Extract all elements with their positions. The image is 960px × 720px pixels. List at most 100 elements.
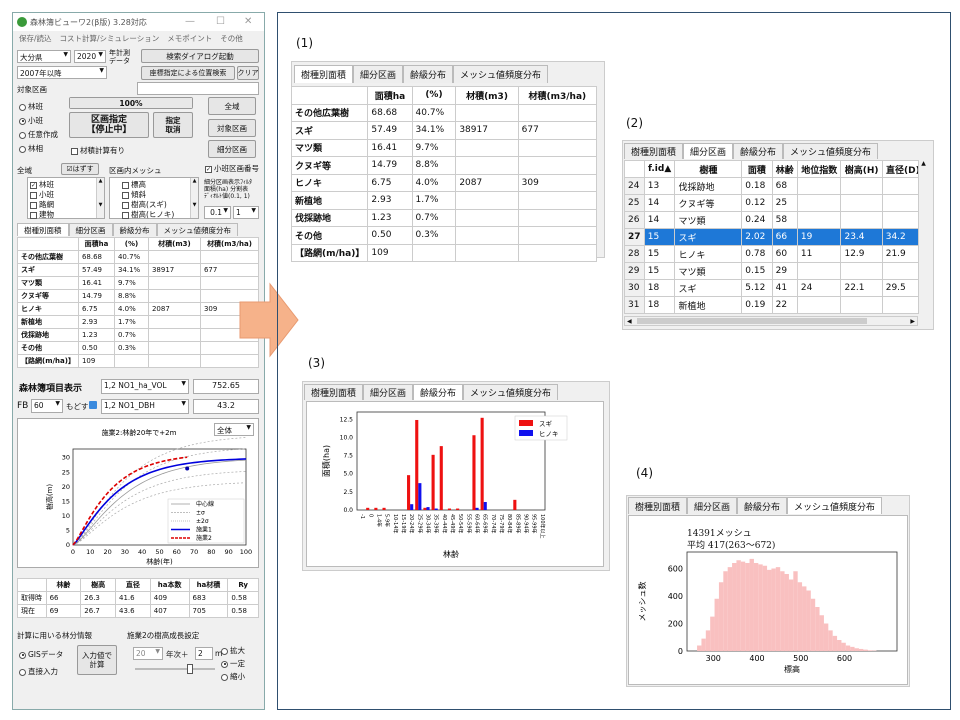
tab-mesh-freq[interactable]: メッシュ値頻度分布 xyxy=(453,65,549,83)
table-row[interactable]: 30 18 スギ 5.12 41 24 22.1 29.5 xyxy=(624,279,918,297)
table-row[interactable]: 現在 69 26.7 43.6 407 705 0.58 xyxy=(17,604,259,618)
tab-mesh-freq[interactable]: メッシュ値頻度分布 xyxy=(156,223,238,236)
menu-save-load[interactable]: 保存/読込 xyxy=(19,33,52,44)
register-item-1-select[interactable]: 1,2 NO1_ha_VOL ▼ xyxy=(101,379,189,394)
maximize-icon[interactable]: ☐ xyxy=(216,16,225,27)
table-row[interactable]: その他 0.50 0.3% xyxy=(17,341,260,355)
tab-sub-area[interactable]: 細分区画 xyxy=(363,384,414,400)
fb-select[interactable]: 60 ▼ xyxy=(31,399,63,413)
register-item-2-select[interactable]: 1,2 NO1_DBH ▼ xyxy=(101,399,189,414)
table-row[interactable]: その他広葉樹 68.68 40.7% xyxy=(290,103,598,122)
panel2-hscroll[interactable]: ◀ ▶ xyxy=(624,316,918,326)
radio-gis[interactable]: GISデータ xyxy=(19,649,63,660)
radio-custom[interactable]: 任意作成 xyxy=(19,129,58,140)
uncheck-button[interactable]: ☑はずす xyxy=(61,163,99,175)
growth-m-input[interactable]: 2 xyxy=(195,647,213,660)
table-row[interactable]: ヒノキ 6.75 4.0% 2087 309 xyxy=(17,302,260,316)
growth-slider[interactable] xyxy=(135,668,215,670)
scroll-thumb[interactable] xyxy=(637,318,867,324)
filter-value-2[interactable]: 1 ▼ xyxy=(233,206,259,219)
table-row[interactable]: クヌギ等 14.79 8.8% xyxy=(17,289,260,303)
table-row[interactable]: 24 13 伐採跡地 0.18 68 xyxy=(624,177,918,195)
table-row[interactable]: 伐採跡地 1.23 0.7% xyxy=(290,208,598,227)
mesh-item[interactable]: 樹高(ヒノキ) xyxy=(122,209,174,220)
tab-species-area[interactable]: 樹種別面積 xyxy=(17,223,69,236)
growth-year-select[interactable]: 20 ▼ xyxy=(133,647,163,660)
tab-age-class[interactable]: 齢級分布 xyxy=(403,65,454,83)
radio-sub-block[interactable]: 小班 xyxy=(19,115,43,126)
scrollbar[interactable]: ▲ ▼ xyxy=(190,178,198,218)
tab-sub-area[interactable]: 細分区画 xyxy=(687,497,738,514)
table-row[interactable]: スギ 57.49 34.1% 38917 677 xyxy=(290,121,598,140)
table-row[interactable]: 新植地 2.93 1.7% xyxy=(17,315,260,329)
table-row[interactable]: その他広葉樹 68.68 40.7% xyxy=(17,250,260,264)
tab-species-area[interactable]: 樹種別面積 xyxy=(628,497,688,514)
panel2-vscroll[interactable]: ▲ xyxy=(918,160,928,314)
menu-memo[interactable]: メモポイント xyxy=(167,33,212,44)
tab-age-class[interactable]: 齢級分布 xyxy=(733,143,784,159)
radio-forest-type[interactable]: 林相 xyxy=(19,143,43,154)
area-designate-button[interactable]: 区画指定 【停止中】 xyxy=(69,112,149,138)
table-row[interactable]: ヒノキ 6.75 4.0% 2087 309 xyxy=(290,173,598,192)
table-row[interactable]: 26 14 マツ類 0.24 58 xyxy=(624,211,918,229)
table-row[interactable]: 取得時 66 26.3 41.6 409 683 0.58 xyxy=(17,591,259,605)
layer-item[interactable]: 建物 xyxy=(30,209,54,220)
minimize-icon[interactable]: — xyxy=(185,16,195,27)
coord-input[interactable] xyxy=(137,82,259,95)
filter-value-1[interactable]: 0.1 ▼ xyxy=(204,206,231,219)
table-row[interactable]: 27 15 スギ 2.02 66 19 23.4 34.2 xyxy=(624,228,918,246)
tab-mesh-freq[interactable]: メッシュ値頻度分布 xyxy=(787,497,883,514)
tab-species-area[interactable]: 樹種別面積 xyxy=(304,384,364,400)
spin-icon[interactable] xyxy=(89,401,97,409)
table-row[interactable]: マツ類 16.41 9.7% xyxy=(17,276,260,290)
menu-cost-sim[interactable]: コスト計算/シミュレーション xyxy=(60,33,160,44)
radio-direct[interactable]: 直接入力 xyxy=(19,666,58,677)
tab-mesh-freq[interactable]: メッシュ値頻度分布 xyxy=(463,384,559,400)
table-row[interactable]: 新植地 2.93 1.7% xyxy=(290,191,598,210)
designate-cancel-button[interactable]: 指定 取消 xyxy=(153,112,193,138)
coord-search-button[interactable]: 座標指定による位置検索 xyxy=(141,66,235,80)
radio-forest-block[interactable]: 林班 xyxy=(19,101,43,112)
table-row[interactable]: 【路網(m/ha)】 109 xyxy=(290,243,598,262)
tab-sub-area[interactable]: 細分区画 xyxy=(353,65,404,83)
table-row[interactable]: 29 15 マツ類 0.15 29 xyxy=(624,262,918,280)
radio-shrink[interactable]: 縮小 xyxy=(221,671,245,682)
clear-button[interactable]: クリア xyxy=(237,66,259,80)
year-select[interactable]: 2020 ▼ xyxy=(74,50,106,63)
table-row[interactable]: 25 14 クヌギ等 0.12 25 xyxy=(624,194,918,212)
small-area-number-checkbox[interactable]: ✓ 小班区画番号 xyxy=(205,163,259,174)
mesh-list[interactable]: 標高 傾斜 樹高(スギ) 樹高(ヒノキ) ▲ ▼ xyxy=(109,177,199,219)
table-row[interactable]: 【路網(m/ha)】 109 xyxy=(17,354,260,368)
tab-sub-area[interactable]: 細分区画 xyxy=(683,143,734,159)
tab-mesh-freq[interactable]: メッシュ値頻度分布 xyxy=(783,143,879,159)
radio-constant[interactable]: 一定 xyxy=(221,658,245,669)
target-area-button[interactable]: 対象区画 xyxy=(208,119,256,137)
table-row[interactable]: 28 15 ヒノキ 0.78 60 11 12.9 21.9 xyxy=(624,245,918,263)
scrollbar[interactable]: ▲ ▼ xyxy=(96,178,104,218)
radio-expand[interactable]: 拡大 xyxy=(221,645,245,656)
menu-other[interactable]: その他 xyxy=(220,33,243,44)
growth-range-select[interactable]: 全体 ▼ xyxy=(214,423,254,436)
sub-area-button[interactable]: 細分区画 xyxy=(208,140,256,158)
period-select[interactable]: 2007年以降 ▼ xyxy=(17,66,107,79)
layer-list[interactable]: ✓ 林班 小班 路網 建物 ▲ ▼ xyxy=(27,177,105,219)
table-row[interactable]: その他 0.50 0.3% xyxy=(290,226,598,245)
calc-button[interactable]: 入力値で 計算 xyxy=(77,645,117,675)
tab-species-area[interactable]: 樹種別面積 xyxy=(294,65,354,83)
slider-handle[interactable] xyxy=(187,664,193,674)
table-row[interactable]: 伐採跡地 1.23 0.7% xyxy=(17,328,260,342)
table-row[interactable]: マツ類 16.41 9.7% xyxy=(290,138,598,157)
tab-age-class[interactable]: 齢級分布 xyxy=(112,223,157,236)
timber-calc-checkbox[interactable]: 材積計算有り xyxy=(71,145,125,156)
wide-area-button[interactable]: 全域 xyxy=(208,97,256,115)
table-row[interactable]: 31 18 新植地 0.19 22 xyxy=(624,296,918,314)
pref-select[interactable]: 大分県 ▼ xyxy=(17,50,71,63)
search-dialog-button[interactable]: 検索ダイアログ起動 xyxy=(141,49,259,63)
tab-species-area[interactable]: 樹種別面積 xyxy=(624,143,684,159)
tab-sub-area[interactable]: 細分区画 xyxy=(68,223,113,236)
tab-age-class[interactable]: 齢級分布 xyxy=(737,497,788,514)
close-icon[interactable]: ✕ xyxy=(244,16,252,27)
tab-age-class[interactable]: 齢級分布 xyxy=(413,384,464,400)
table-row[interactable]: スギ 57.49 34.1% 38917 677 xyxy=(17,263,260,277)
table-row[interactable]: クヌギ等 14.79 8.8% xyxy=(290,156,598,175)
